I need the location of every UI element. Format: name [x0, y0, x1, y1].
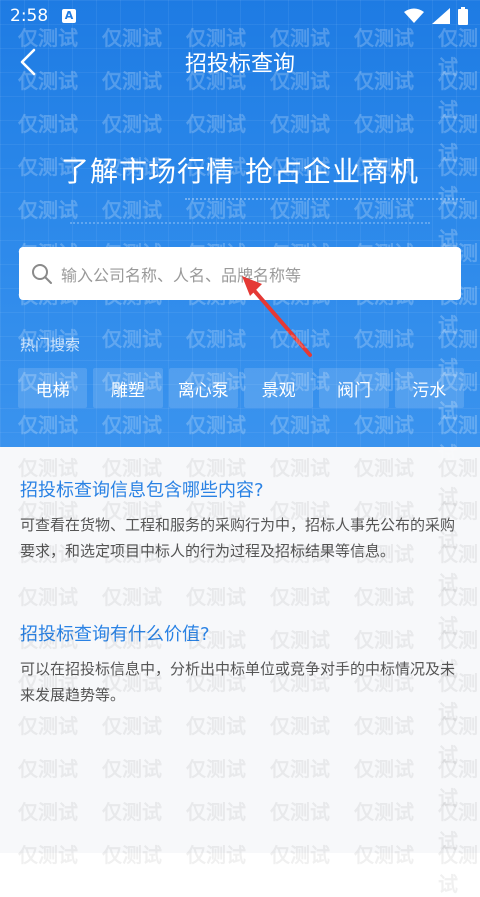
hot-search-label: 热门搜索: [20, 336, 81, 354]
status-icons: [404, 7, 468, 25]
hot-tag[interactable]: 阀门: [319, 368, 389, 408]
hero-decoration: [185, 198, 465, 210]
faq-answer: 可以在招投标信息中，分析出中标单位或竞争对手的中标情况及未来发展趋势等。: [20, 660, 456, 704]
status-time: 2:58: [10, 6, 49, 26]
hot-tag[interactable]: 污水: [394, 368, 464, 408]
page-title: 招投标查询: [184, 52, 295, 77]
hot-tag[interactable]: 雕塑: [93, 368, 163, 408]
hero-decoration: [70, 222, 430, 234]
faq-question: 招投标查询有什么价值?: [20, 624, 210, 645]
hot-tags: 电梯 雕塑 离心泵 景观 阀门 污水: [18, 368, 464, 408]
status-bar: 2:58 A: [0, 0, 480, 34]
search-placeholder: 输入公司名称、人名、品牌名称等: [61, 265, 302, 285]
battery-icon: [458, 7, 468, 25]
notification-a-icon: A: [62, 9, 76, 23]
hot-tag[interactable]: 电梯: [18, 368, 88, 408]
hero-slogan: 了解市场行情 抢占企业商机: [61, 155, 419, 188]
search-input[interactable]: 输入公司名称、人名、品牌名称等: [19, 247, 461, 300]
search-icon: [32, 263, 52, 284]
title-bar: 招投标查询: [0, 34, 480, 90]
hot-tag[interactable]: 离心泵: [168, 368, 238, 408]
hot-tag[interactable]: 景观: [243, 368, 314, 408]
wifi-icon: [404, 8, 424, 23]
faq-section: [0, 447, 480, 853]
signal-icon: [432, 8, 450, 24]
faq-question: 招投标查询信息包含哪些内容?: [20, 480, 264, 501]
faq-answer: 可查看在货物、工程和服务的采购行为中，招标人事先公布的采购要求，和选定项目中标人…: [20, 516, 456, 560]
